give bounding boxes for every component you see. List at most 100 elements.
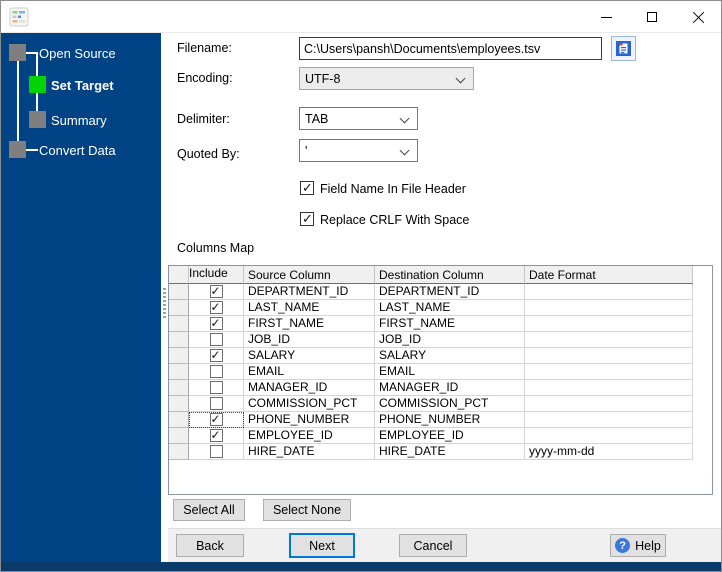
date-format-cell[interactable]	[525, 332, 693, 348]
wizard-sidebar: Open Source Set Target Summary Convert D…	[1, 33, 161, 562]
row-selector[interactable]	[169, 284, 189, 300]
source-cell[interactable]: PHONE_NUMBER	[244, 412, 375, 428]
include-checkbox[interactable]	[209, 300, 223, 314]
source-cell[interactable]: EMAIL	[244, 364, 375, 380]
row-selector[interactable]	[169, 444, 189, 460]
table-row: HIRE_DATE HIRE_DATE yyyy-mm-dd	[169, 444, 693, 460]
minimize-button[interactable]	[583, 1, 629, 33]
include-checkbox[interactable]	[209, 445, 223, 458]
sidebar-item-summary[interactable]: Summary	[51, 113, 107, 128]
date-format-cell[interactable]	[525, 284, 693, 300]
destination-cell[interactable]: FIRST_NAME	[375, 316, 525, 332]
date-format-cell[interactable]	[525, 300, 693, 316]
source-cell[interactable]: LAST_NAME	[244, 300, 375, 316]
select-all-button[interactable]: Select All	[173, 499, 245, 521]
source-cell[interactable]: DEPARTMENT_ID	[244, 284, 375, 300]
cancel-button[interactable]: Cancel	[399, 534, 467, 557]
source-column-header[interactable]: Source Column	[244, 266, 375, 284]
destination-column-header[interactable]: Destination Column	[375, 266, 525, 284]
date-format-cell[interactable]: yyyy-mm-dd	[525, 444, 693, 460]
include-cell[interactable]	[189, 380, 244, 396]
destination-cell[interactable]: HIRE_DATE	[375, 444, 525, 460]
include-checkbox[interactable]	[209, 412, 223, 426]
field-name-in-header-checkbox[interactable]	[300, 180, 314, 196]
include-cell[interactable]	[189, 444, 244, 460]
encoding-select[interactable]: UTF-8	[299, 67, 474, 90]
include-checkbox[interactable]	[209, 365, 223, 378]
destination-cell[interactable]: PHONE_NUMBER	[375, 412, 525, 428]
table-row: EMPLOYEE_ID EMPLOYEE_ID	[169, 428, 693, 444]
row-selector[interactable]	[169, 380, 189, 396]
date-format-cell[interactable]	[525, 316, 693, 332]
back-button[interactable]: Back	[176, 534, 244, 557]
sidebar-item-convert-data[interactable]: Convert Data	[39, 143, 116, 158]
delimiter-select[interactable]: TAB	[299, 107, 418, 130]
include-cell[interactable]	[189, 332, 244, 348]
source-cell[interactable]: MANAGER_ID	[244, 380, 375, 396]
date-format-cell[interactable]	[525, 364, 693, 380]
sidebar-item-open-source[interactable]: Open Source	[39, 46, 116, 61]
source-cell[interactable]: FIRST_NAME	[244, 316, 375, 332]
include-checkbox[interactable]	[209, 316, 223, 330]
filename-input[interactable]	[299, 37, 602, 60]
source-cell[interactable]: EMPLOYEE_ID	[244, 428, 375, 444]
source-cell[interactable]: SALARY	[244, 348, 375, 364]
help-button[interactable]: ? Help	[610, 534, 666, 557]
replace-crlf-checkbox[interactable]	[300, 211, 314, 227]
row-selector[interactable]	[169, 364, 189, 380]
row-selector[interactable]	[169, 316, 189, 332]
include-cell[interactable]	[189, 428, 244, 444]
quoted-by-value: '	[305, 143, 308, 158]
date-format-cell[interactable]	[525, 396, 693, 412]
include-cell[interactable]	[189, 316, 244, 332]
sidebar-item-set-target[interactable]: Set Target	[51, 78, 114, 93]
include-checkbox[interactable]	[209, 381, 223, 394]
include-checkbox[interactable]	[209, 397, 223, 410]
include-cell-focused[interactable]	[189, 412, 244, 428]
row-selector[interactable]	[169, 396, 189, 412]
include-checkbox[interactable]	[209, 348, 223, 362]
destination-cell[interactable]: DEPARTMENT_ID	[375, 284, 525, 300]
date-format-cell[interactable]	[525, 428, 693, 444]
destination-cell[interactable]: EMPLOYEE_ID	[375, 428, 525, 444]
row-selector[interactable]	[169, 428, 189, 444]
date-format-cell[interactable]	[525, 380, 693, 396]
table-row: PHONE_NUMBER PHONE_NUMBER	[169, 412, 693, 428]
row-selector[interactable]	[169, 348, 189, 364]
destination-cell[interactable]: SALARY	[375, 348, 525, 364]
quoted-by-select[interactable]: '	[299, 139, 418, 162]
destination-cell[interactable]: LAST_NAME	[375, 300, 525, 316]
destination-cell[interactable]: COMMISSION_PCT	[375, 396, 525, 412]
source-cell[interactable]: COMMISSION_PCT	[244, 396, 375, 412]
destination-cell[interactable]: EMAIL	[375, 364, 525, 380]
source-cell[interactable]: HIRE_DATE	[244, 444, 375, 460]
maximize-button[interactable]	[629, 1, 675, 33]
app-window: Open Source Set Target Summary Convert D…	[0, 0, 722, 572]
row-selector[interactable]	[169, 300, 189, 316]
next-button[interactable]: Next	[289, 533, 355, 558]
step-marker-set-target	[29, 76, 46, 93]
row-selector[interactable]	[169, 332, 189, 348]
sidebar-splitter-handle[interactable]	[161, 33, 168, 562]
step-marker-convert-data	[9, 141, 26, 158]
row-selector[interactable]	[169, 412, 189, 428]
date-format-header[interactable]: Date Format	[525, 266, 693, 284]
close-button[interactable]	[675, 1, 721, 33]
destination-cell[interactable]: JOB_ID	[375, 332, 525, 348]
chevron-down-icon	[455, 73, 466, 84]
include-checkbox[interactable]	[209, 428, 223, 442]
source-cell[interactable]: JOB_ID	[244, 332, 375, 348]
include-cell[interactable]	[189, 284, 244, 300]
select-none-button[interactable]: Select None	[263, 499, 351, 521]
include-cell[interactable]	[189, 348, 244, 364]
date-format-cell[interactable]	[525, 348, 693, 364]
destination-cell[interactable]: MANAGER_ID	[375, 380, 525, 396]
include-checkbox[interactable]	[209, 284, 223, 298]
include-cell[interactable]	[189, 364, 244, 380]
include-cell[interactable]	[189, 300, 244, 316]
browse-button[interactable]	[611, 36, 636, 61]
include-checkbox[interactable]	[209, 333, 223, 346]
include-cell[interactable]	[189, 396, 244, 412]
include-header[interactable]: Include	[189, 266, 244, 284]
date-format-cell[interactable]	[525, 412, 693, 428]
